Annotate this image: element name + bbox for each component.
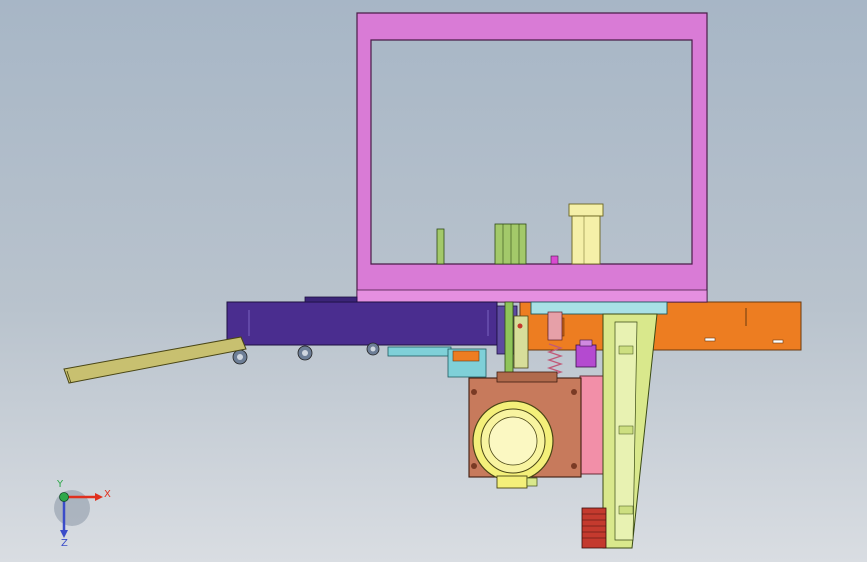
inclined-chute[interactable] (63, 336, 247, 384)
top-frame[interactable] (356, 12, 708, 303)
z-axis-label: Z (61, 538, 68, 549)
inner-block[interactable] (494, 223, 527, 265)
inner-rod[interactable] (436, 228, 445, 265)
teal-bracket[interactable] (387, 346, 487, 378)
pneumatic-cylinder[interactable] (568, 203, 604, 265)
cad-viewport[interactable]: X Y Z (0, 0, 867, 562)
coordinate-triad: X Y Z (54, 479, 111, 549)
y-axis-label: Y (56, 479, 64, 490)
x-axis-label: X (104, 489, 111, 500)
pink-plate[interactable] (579, 375, 605, 475)
rail-wheel-2[interactable] (297, 345, 313, 361)
support-column[interactable] (602, 313, 658, 549)
red-rack[interactable] (581, 507, 607, 549)
rail-wheel-1[interactable] (232, 349, 248, 365)
rail-wheel-3[interactable] (366, 342, 380, 356)
small-pin[interactable] (550, 255, 559, 265)
